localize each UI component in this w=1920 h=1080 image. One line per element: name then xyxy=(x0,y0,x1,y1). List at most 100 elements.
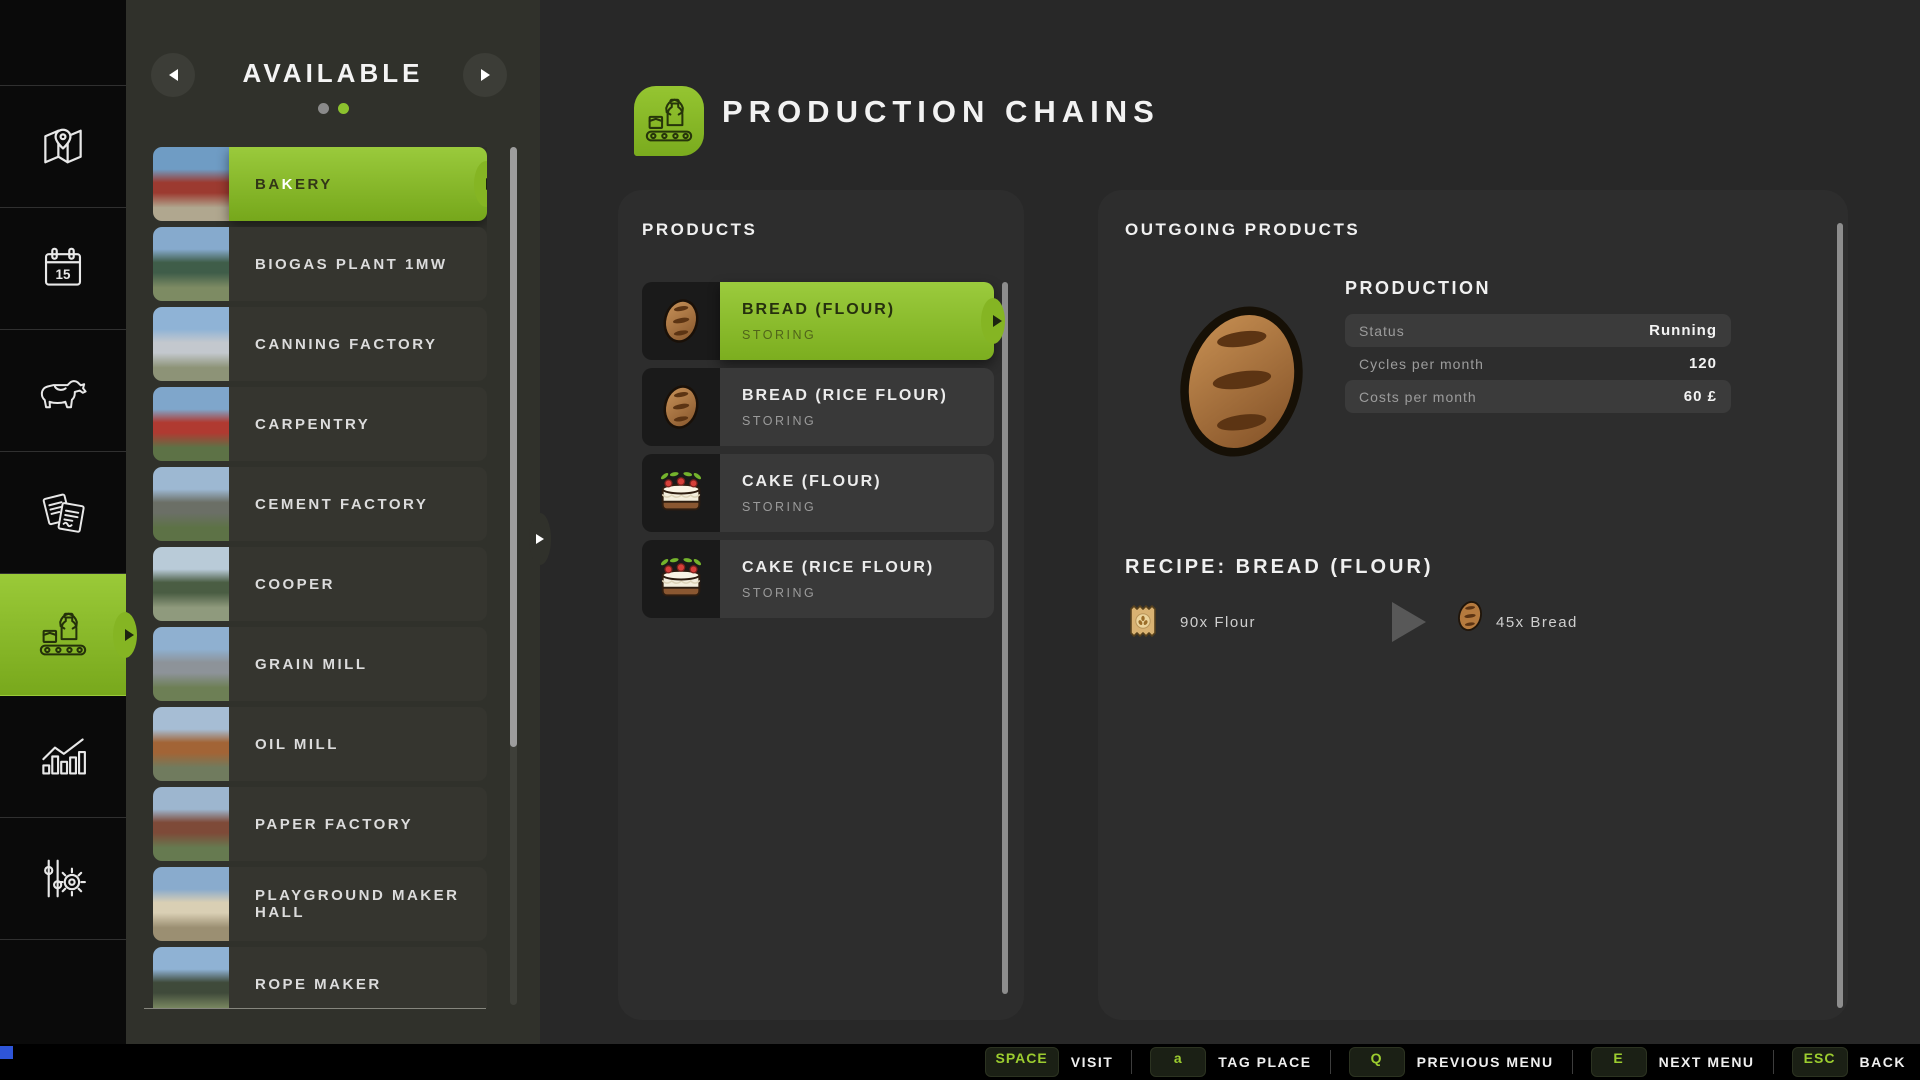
sidebar-item-animals[interactable] xyxy=(0,330,126,452)
building-label: CANNING FACTORY xyxy=(255,335,438,353)
building-thumbnail xyxy=(153,147,229,221)
product-status: STORING xyxy=(742,413,817,428)
building-label: COOPER xyxy=(255,575,336,593)
building-item-body: COOPER xyxy=(229,547,487,621)
bread-icon xyxy=(1450,596,1490,636)
right-arrow-icon xyxy=(480,69,490,81)
sidebar-item-calendar[interactable]: 15 xyxy=(0,208,126,330)
building-item[interactable]: OIL MILL xyxy=(153,707,487,781)
production-section-title: PRODUCTION xyxy=(1345,278,1491,298)
flour-bag-icon xyxy=(1128,602,1158,640)
building-item-body: PAPER FACTORY xyxy=(229,787,487,861)
arrow-right-icon xyxy=(1390,600,1428,644)
building-item-body: BAKERY xyxy=(229,147,487,221)
building-label: BIOGAS PLANT 1MW xyxy=(255,255,448,273)
building-item[interactable]: CEMENT FACTORY xyxy=(153,467,487,541)
product-item[interactable]: CAKE (RICE FLOUR) STORING xyxy=(642,540,994,618)
key-badge: ESC xyxy=(1791,1047,1848,1077)
key-badge: a xyxy=(1150,1047,1207,1077)
main-nav-sidebar: 15 xyxy=(0,0,137,1044)
production-table-row: Costs per month 60 £ xyxy=(1345,380,1731,413)
hotkey-back[interactable]: ESC BACK xyxy=(1791,1047,1906,1077)
product-label: CAKE (RICE FLOUR) xyxy=(742,558,935,576)
sidebar-spacer xyxy=(0,0,126,86)
building-item[interactable]: PAPER FACTORY xyxy=(153,787,487,861)
hotkey-action-label: BACK xyxy=(1859,1054,1906,1070)
page-indicator-dots xyxy=(126,103,540,114)
building-item[interactable]: ROPE MAKER xyxy=(153,947,487,1008)
hotkey-next-menu[interactable]: E NEXT MENU xyxy=(1590,1047,1755,1077)
building-thumbnail xyxy=(153,227,229,301)
building-item-body: GRAIN MILL xyxy=(229,627,487,701)
sidebar-item-map[interactable] xyxy=(0,86,126,208)
key-label: a xyxy=(1173,1050,1183,1066)
building-item[interactable]: BAKERY xyxy=(153,147,487,221)
right-arrow-icon xyxy=(536,534,544,544)
hotkey-action-label: TAG PLACE xyxy=(1218,1054,1312,1070)
sidebar-item-production[interactable] xyxy=(0,574,137,696)
hotkey-tag-place[interactable]: a TAG PLACE xyxy=(1150,1047,1311,1077)
page-dot xyxy=(317,103,329,114)
building-item[interactable]: GRAIN MILL xyxy=(153,627,487,701)
outgoing-scrollbar[interactable] xyxy=(1837,223,1843,1008)
building-item[interactable]: BIOGAS PLANT 1MW xyxy=(153,227,487,301)
building-thumbnail xyxy=(153,307,229,381)
production-row-value: 120 xyxy=(1688,355,1717,372)
corner-blue-square xyxy=(0,1046,13,1059)
building-list-scrollbar[interactable] xyxy=(510,147,517,1005)
product-label: BREAD (FLOUR) xyxy=(742,300,896,318)
product-list-scrollbar[interactable] xyxy=(1002,282,1008,994)
product-item-body: CAKE (FLOUR) STORING xyxy=(720,454,994,532)
production-table-row: Cycles per month 120 xyxy=(1345,347,1731,380)
product-status: STORING xyxy=(742,585,817,600)
product-status: STORING xyxy=(742,499,817,514)
product-item-body: CAKE (RICE FLOUR) STORING xyxy=(720,540,994,618)
product-item[interactable]: BREAD (FLOUR) STORING xyxy=(642,282,1005,360)
hotkey-visit[interactable]: SPACE VISIT xyxy=(984,1047,1114,1077)
production-chains-badge xyxy=(634,86,704,156)
building-item[interactable]: CARPENTRY xyxy=(153,387,487,461)
building-item-body: CEMENT FACTORY xyxy=(229,467,487,541)
product-item-body: BREAD (FLOUR) STORING xyxy=(720,282,994,360)
building-label-part: BA xyxy=(255,175,282,193)
building-label: GRAIN MILL xyxy=(255,655,368,673)
key-label: ESC xyxy=(1803,1050,1836,1066)
recipe-input-label: 90x Flour xyxy=(1180,614,1257,631)
production-icon xyxy=(643,97,695,145)
sidebar-item-settings[interactable] xyxy=(0,818,126,940)
documents-icon xyxy=(38,489,88,536)
building-label: PLAYGROUND MAKER HALL xyxy=(255,887,460,921)
hotkey-bar: SPACE VISIT a TAG PLACE Q PREVIOUS MENU E NEXT … xyxy=(0,1044,1920,1080)
key-badge: SPACE xyxy=(984,1047,1059,1077)
cow-icon xyxy=(36,369,90,413)
building-list: BAKERY BIOGAS PLANT 1MW CANNING FACTORY CAR… xyxy=(153,147,487,1008)
sidebar-item-statistics[interactable] xyxy=(0,696,126,818)
building-item[interactable]: CANNING FACTORY xyxy=(153,307,487,381)
production-table: Status Running Cycles per month 120 Costs pe… xyxy=(1345,314,1731,413)
building-label: OIL MILL xyxy=(255,735,339,753)
production-table-row: Status Running xyxy=(1345,314,1731,347)
hotkey-divider xyxy=(1131,1050,1133,1074)
key-badge: Q xyxy=(1348,1047,1405,1077)
hotkey-action-label: PREVIOUS MENU xyxy=(1416,1054,1554,1070)
calendar-icon: 15 xyxy=(38,245,88,292)
page-next-button[interactable] xyxy=(463,53,507,97)
building-thumbnail xyxy=(153,707,229,781)
hotkey-previous-menu[interactable]: Q PREVIOUS MENU xyxy=(1348,1047,1554,1077)
building-label: BAKERY xyxy=(255,176,333,193)
settings-icon xyxy=(38,855,88,902)
recipe-row: 90x Flour 45x Bread xyxy=(1098,594,1848,654)
panel-expand-handle[interactable] xyxy=(529,513,551,565)
product-item[interactable]: CAKE (FLOUR) STORING xyxy=(642,454,994,532)
chevron-right-icon xyxy=(993,315,1002,327)
key-badge: E xyxy=(1590,1047,1647,1077)
scrollbar-thumb[interactable] xyxy=(510,147,517,747)
building-item-body: ROPE MAKER xyxy=(229,947,487,1008)
production-row-label: Status xyxy=(1359,322,1405,339)
building-item[interactable]: COOPER xyxy=(153,547,487,621)
sidebar-item-contracts[interactable] xyxy=(0,452,126,574)
product-item[interactable]: BREAD (RICE FLOUR) STORING xyxy=(642,368,994,446)
available-buildings-panel: AVAILABLE BAKERY BIOGAS PLANT 1MW CANNING … xyxy=(126,0,551,1044)
building-item[interactable]: PLAYGROUND MAKER HALL xyxy=(153,867,487,941)
product-item-body: BREAD (RICE FLOUR) STORING xyxy=(720,368,994,446)
